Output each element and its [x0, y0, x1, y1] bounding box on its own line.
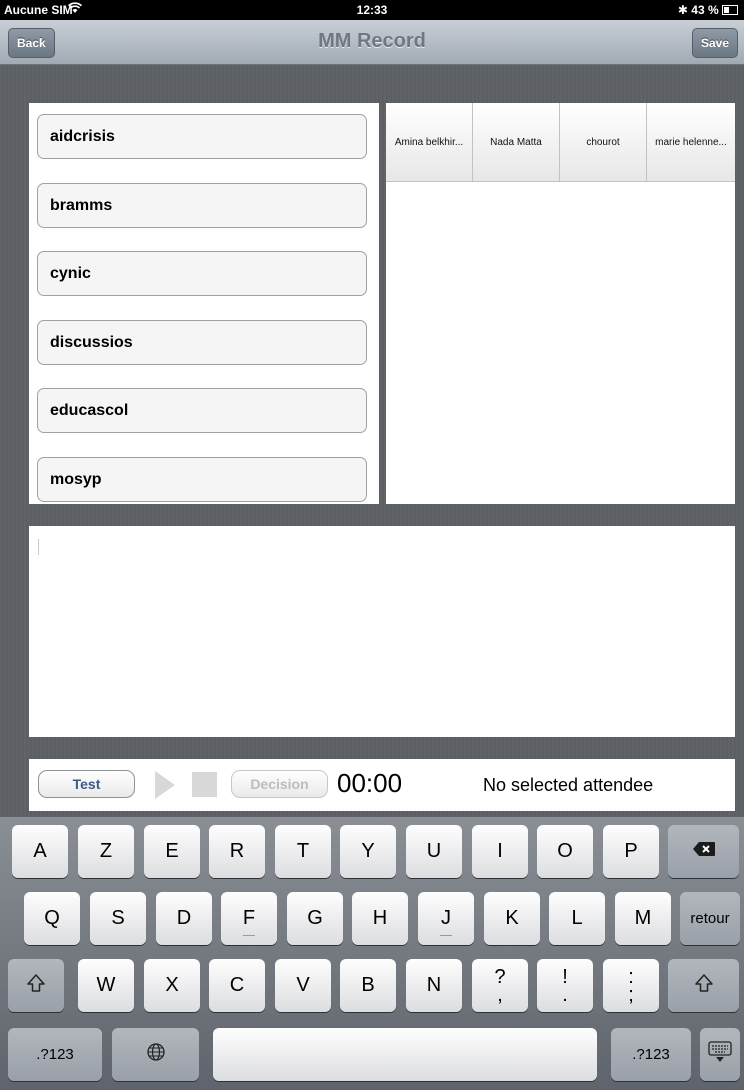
key-v[interactable]: V — [275, 959, 331, 1012]
shift-key-left[interactable] — [8, 959, 64, 1012]
play-icon[interactable] — [155, 771, 175, 799]
key-m[interactable]: M — [615, 892, 671, 945]
key-lower: . — [562, 983, 568, 1006]
key-i[interactable]: I — [472, 825, 528, 878]
battery-percent: 43 % — [691, 3, 719, 17]
key-y[interactable]: Y — [340, 825, 396, 878]
key-u[interactable]: U — [406, 825, 462, 878]
stop-icon[interactable] — [192, 772, 217, 797]
status-right: ✱ 43 % — [678, 3, 738, 17]
globe-key[interactable] — [112, 1028, 199, 1081]
page-title: MM Record — [318, 30, 426, 52]
globe-icon — [146, 1042, 166, 1068]
key-w[interactable]: W — [78, 959, 134, 1012]
back-button[interactable]: Back — [8, 28, 55, 58]
hide-keyboard-key[interactable] — [700, 1028, 740, 1081]
key-p[interactable]: P — [603, 825, 659, 878]
timer-display: 00:00 — [337, 768, 403, 798]
attendee-status: No selected attendee — [483, 775, 654, 795]
key-f[interactable]: F — [221, 892, 277, 945]
key-h[interactable]: H — [352, 892, 408, 945]
key-upper: ? — [494, 965, 506, 988]
key-n[interactable]: N — [406, 959, 462, 1012]
key-l[interactable]: L — [549, 892, 605, 945]
key-o[interactable]: O — [537, 825, 593, 878]
topic-item[interactable]: bramms — [37, 183, 367, 228]
key-a[interactable]: A — [12, 825, 68, 878]
attendee-cell[interactable]: Amina belkhir... — [386, 103, 473, 182]
key-j[interactable]: J — [418, 892, 474, 945]
shift-key-right[interactable] — [668, 959, 739, 1012]
recording-controls: Test Decision 00:00 No selected attendee — [29, 759, 735, 811]
key-d[interactable]: D — [156, 892, 212, 945]
key-exclaim-period[interactable]: !. — [537, 959, 593, 1012]
key-s[interactable]: S — [90, 892, 146, 945]
test-button[interactable]: Test — [38, 770, 135, 798]
numbers-key-right[interactable]: .?123 — [611, 1028, 691, 1081]
status-bar: Aucune SIM 12:33 ✱ 43 % — [0, 0, 744, 20]
status-time: 12:33 — [356, 3, 388, 17]
keyboard-hide-icon — [708, 1040, 732, 1069]
key-lower: , — [497, 983, 503, 1006]
topic-item[interactable]: discussios — [37, 320, 367, 365]
delete-icon — [692, 840, 716, 863]
key-colon-semicolon[interactable]: :; — [603, 959, 659, 1012]
key-z[interactable]: Z — [78, 825, 134, 878]
key-question-comma[interactable]: ?, — [472, 959, 528, 1012]
space-key[interactable] — [213, 1028, 597, 1081]
battery-icon — [722, 5, 738, 15]
topic-item[interactable]: educascol — [37, 388, 367, 433]
key-t[interactable]: T — [275, 825, 331, 878]
key-k[interactable]: K — [484, 892, 540, 945]
key-b[interactable]: B — [340, 959, 396, 1012]
key-c[interactable]: C — [209, 959, 265, 1012]
on-screen-keyboard: A Z E R T Y U I O P Q S D F G H J K L M … — [0, 817, 744, 1090]
decision-button[interactable]: Decision — [231, 770, 328, 798]
notes-textarea[interactable] — [29, 526, 735, 737]
key-upper: ! — [562, 965, 568, 988]
attendee-cell[interactable]: chourot — [560, 103, 647, 182]
key-g[interactable]: G — [287, 892, 343, 945]
text-caret — [38, 539, 39, 555]
attendee-grid: Amina belkhir... Nada Matta chourot mari… — [386, 103, 735, 504]
key-upper: : — [628, 965, 634, 988]
bluetooth-icon: ✱ — [677, 3, 688, 17]
attendee-cell[interactable]: marie helenne... — [647, 103, 735, 182]
topic-item[interactable]: aidcrisis — [37, 114, 367, 159]
key-q[interactable]: Q — [24, 892, 80, 945]
key-lower: ; — [628, 983, 634, 1006]
topic-item[interactable]: cynic — [37, 251, 367, 296]
navigation-bar: MM Record — [0, 20, 744, 65]
save-button[interactable]: Save — [691, 28, 738, 58]
topic-list: aidcrisis bramms cynic discussios educas… — [29, 103, 379, 504]
key-r[interactable]: R — [209, 825, 265, 878]
key-e[interactable]: E — [144, 825, 200, 878]
numbers-key-left[interactable]: .?123 — [8, 1028, 102, 1081]
topic-item[interactable]: mosyp — [37, 457, 367, 502]
key-x[interactable]: X — [144, 959, 200, 1012]
shift-icon — [26, 973, 46, 999]
return-key[interactable]: retour — [680, 892, 740, 945]
attendee-cell[interactable]: Nada Matta — [473, 103, 560, 182]
shift-icon — [694, 973, 714, 999]
delete-key[interactable] — [668, 825, 739, 878]
